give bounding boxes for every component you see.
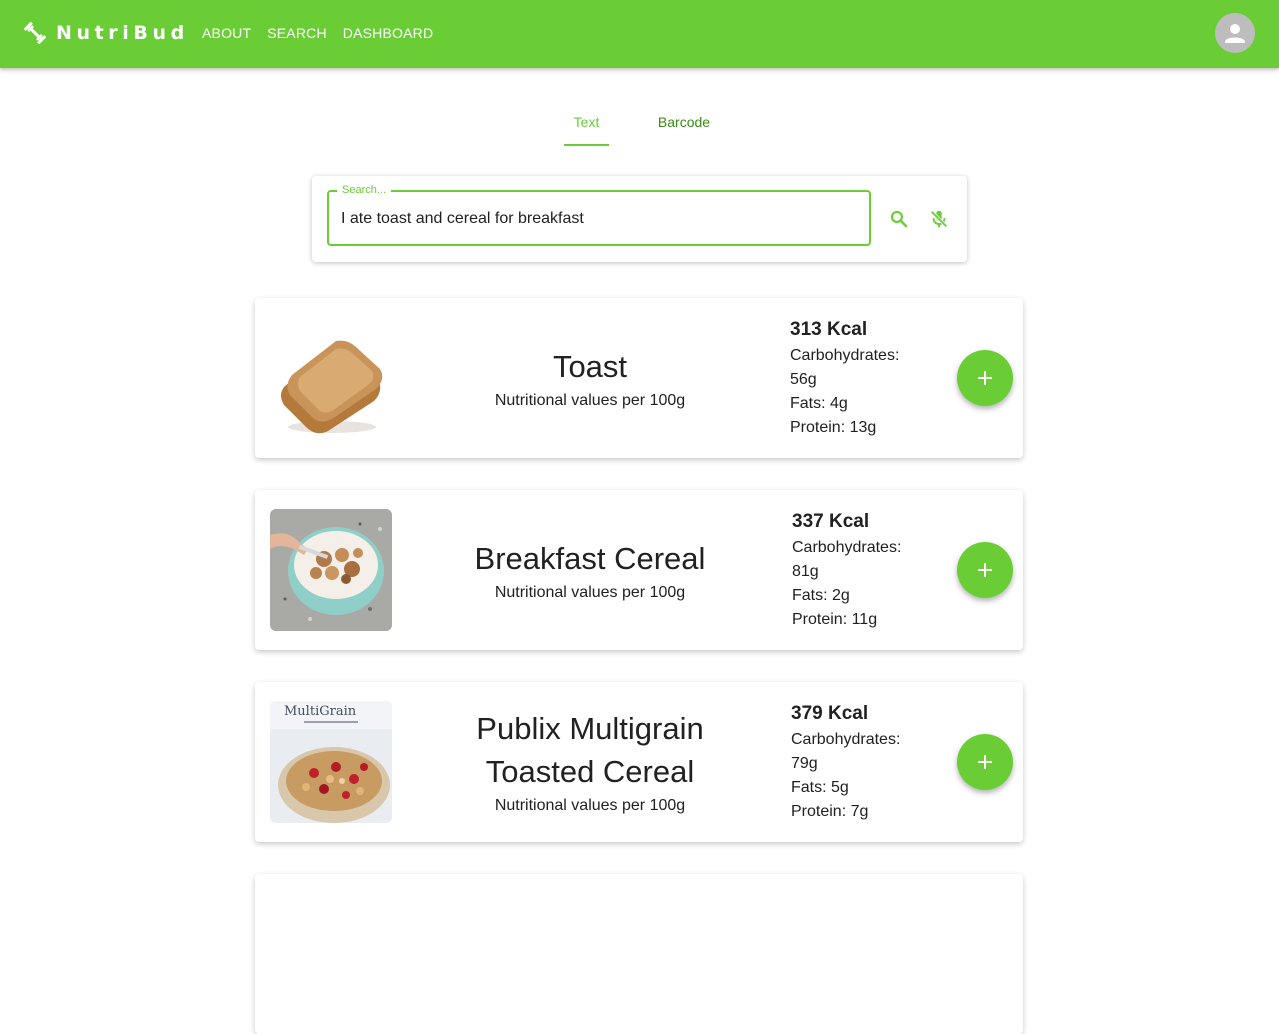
tab-text[interactable]: Text — [564, 100, 609, 146]
food-name: Breakfast Cereal — [474, 540, 706, 576]
mic-off-icon — [930, 210, 948, 228]
user-avatar-button[interactable] — [1215, 13, 1255, 53]
food-result-card: Toast Nutritional values per 100g 313 Kc… — [255, 298, 1023, 458]
search-input[interactable] — [341, 208, 851, 230]
food-name: Publix Multigrain Toasted Cereal — [476, 711, 704, 789]
search-button[interactable] — [884, 204, 914, 234]
protein-value: Protein: 7g — [791, 803, 869, 820]
food-result-card: Breakfast Cereal Nutritional values per … — [255, 490, 1023, 650]
brand-logo-link[interactable]: NutriBud — [23, 20, 189, 46]
add-food-button[interactable] — [957, 350, 1013, 406]
nutrition-info: 379 Kcal Carbohydrates: 79g Fats: 5g Pro… — [791, 700, 931, 824]
carbs-value: 79g — [791, 755, 818, 772]
food-image-breakfast-cereal — [270, 509, 392, 631]
food-result-card-partial — [255, 874, 1023, 1034]
food-result-card: MultiGrain Publix Multigrain Toasted Cer… — [255, 682, 1023, 842]
carbs-value: 56g — [790, 371, 817, 388]
search-icon — [890, 210, 908, 228]
search-field: Search... — [327, 183, 871, 246]
mic-button[interactable] — [924, 204, 954, 234]
tab-barcode[interactable]: Barcode — [644, 100, 724, 146]
search-label: Search... — [337, 183, 392, 197]
fats-value: Fats: 4g — [790, 395, 848, 412]
add-food-button[interactable] — [957, 542, 1013, 598]
food-name: Toast — [552, 348, 628, 384]
package-brand-text: MultiGrain — [284, 704, 357, 719]
fats-value: Fats: 2g — [792, 587, 850, 604]
add-food-button[interactable] — [957, 734, 1013, 790]
nav-search[interactable]: SEARCH — [267, 25, 327, 41]
app-bar: NutriBud ABOUT SEARCH DASHBOARD — [0, 0, 1279, 68]
carbs-label: Carbohydrates: — [791, 731, 901, 748]
kcal-value: 379 Kcal — [791, 703, 869, 724]
fats-value: Fats: 5g — [791, 779, 849, 796]
carbs-label: Carbohydrates: — [790, 347, 900, 364]
protein-value: Protein: 11g — [792, 611, 878, 628]
food-title-block: Toast Nutritional values per 100g — [455, 298, 725, 458]
fitness-dumbbell-icon — [23, 21, 47, 45]
main-nav: ABOUT SEARCH DASHBOARD — [202, 25, 449, 41]
nav-dashboard[interactable]: DASHBOARD — [343, 25, 433, 41]
carbs-value: 81g — [792, 563, 819, 580]
food-title-block: Breakfast Cereal Nutritional values per … — [455, 490, 725, 650]
food-subtitle: Nutritional values per 100g — [494, 797, 686, 814]
nav-about[interactable]: ABOUT — [202, 25, 251, 41]
kcal-value: 313 Kcal — [790, 319, 868, 340]
brand-name: NutriBud — [56, 22, 189, 44]
nutrition-info: 313 Kcal Carbohydrates: 56g Fats: 4g Pro… — [790, 316, 930, 440]
search-mode-tabs: Text Barcode — [0, 100, 1279, 146]
carbs-label: Carbohydrates: — [792, 539, 902, 556]
food-image-multigrain-cereal: MultiGrain — [270, 701, 392, 823]
food-image-toast — [270, 317, 392, 439]
nutrition-info: 337 Kcal Carbohydrates: 81g Fats: 2g Pro… — [792, 508, 932, 632]
protein-value: Protein: 13g — [790, 419, 877, 436]
person-icon — [1225, 24, 1245, 43]
kcal-value: 337 Kcal — [792, 511, 870, 532]
food-subtitle: Nutritional values per 100g — [494, 391, 686, 409]
search-card: Search... — [312, 176, 967, 262]
food-title-block: Publix Multigrain Toasted Cereal Nutriti… — [455, 682, 725, 842]
food-subtitle: Nutritional values per 100g — [494, 583, 686, 601]
